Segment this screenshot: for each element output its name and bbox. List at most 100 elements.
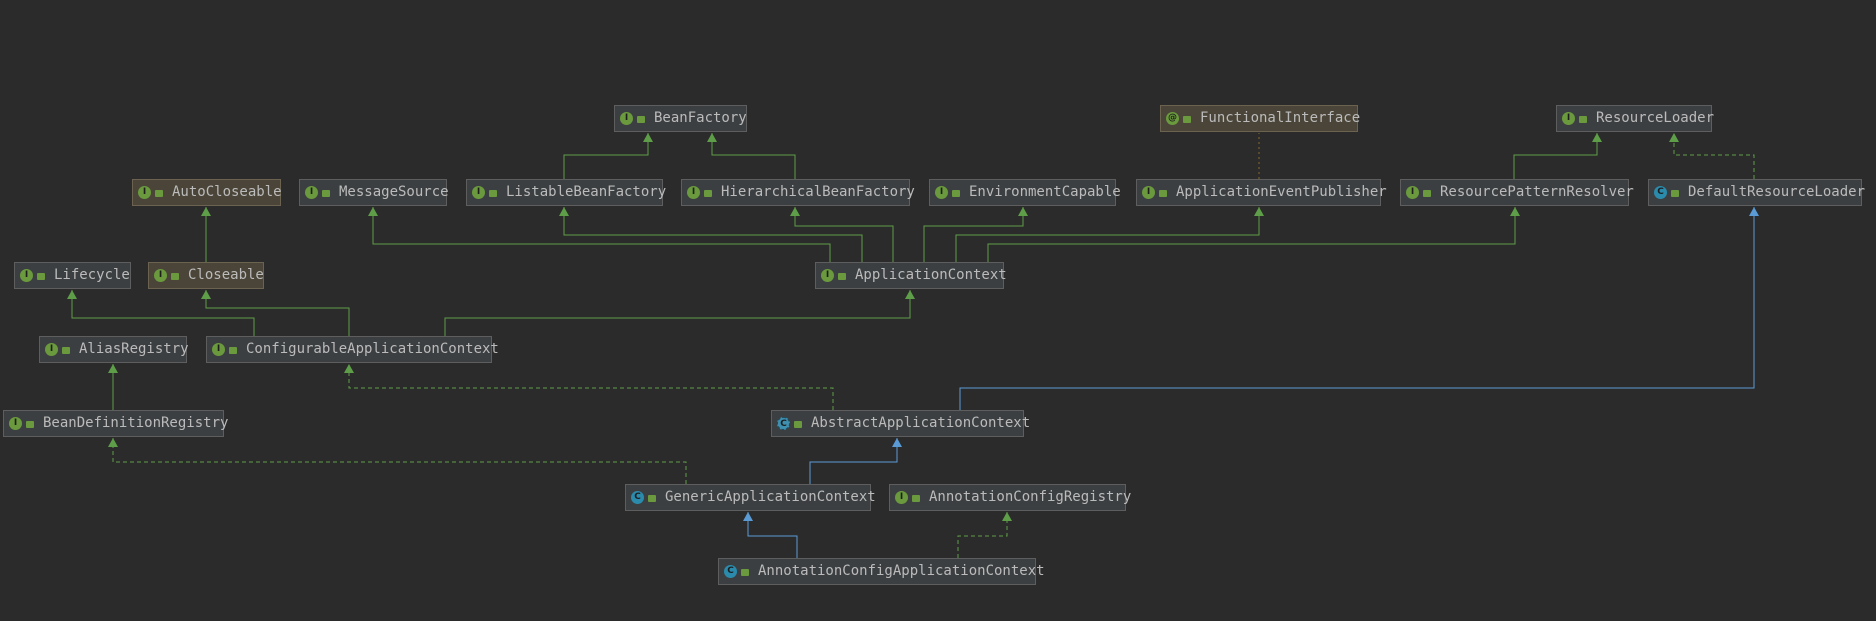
public-visibility-icon [838, 273, 846, 280]
node-application-context[interactable]: I ApplicationContext [815, 262, 1007, 289]
interface-badge-icon: I [138, 186, 151, 199]
interface-badge-icon: I [9, 417, 22, 430]
arrowhead [790, 207, 800, 216]
node-bean-factory[interactable]: I BeanFactory [614, 105, 747, 132]
node-listable-bean-factory[interactable]: I ListableBeanFactory [466, 179, 667, 206]
edge-application-context-to-listable-bean-factory [563, 207, 863, 262]
node-default-resource-loader[interactable]: C DefaultResourceLoader [1648, 179, 1866, 206]
inheritance-edges [67, 133, 1759, 558]
interface-badge-icon: I [821, 269, 834, 282]
arrowhead [1592, 133, 1602, 142]
node-label: BeanFactory [654, 110, 747, 126]
edge-configurable-application-context-to-lifecycle [71, 290, 255, 336]
node-application-event-publisher[interactable]: I ApplicationEventPublisher [1136, 179, 1387, 206]
node-label: DefaultResourceLoader [1688, 184, 1866, 200]
node-environment-capable[interactable]: I EnvironmentCapable [929, 179, 1121, 206]
public-visibility-icon [26, 421, 34, 428]
public-visibility-icon [952, 190, 960, 197]
public-visibility-icon [155, 190, 163, 197]
annotation-badge-icon: @ [1166, 112, 1179, 125]
node-resource-pattern-resolver[interactable]: I ResourcePatternResolver [1400, 179, 1634, 206]
node-generic-application-context[interactable]: C GenericApplicationContext [625, 484, 876, 511]
interface-badge-icon: I [20, 269, 33, 282]
interface-badge-icon: I [472, 186, 485, 199]
node-abstract-application-context[interactable]: C AbstractApplicationContext [771, 410, 1030, 437]
public-visibility-icon [1579, 116, 1587, 123]
public-visibility-icon [637, 116, 645, 123]
public-visibility-icon [1671, 190, 1679, 197]
node-resource-loader[interactable]: I ResourceLoader [1556, 105, 1715, 132]
public-visibility-icon [489, 190, 497, 197]
arrowhead [905, 290, 915, 299]
public-visibility-icon [912, 495, 920, 502]
arrowhead [707, 133, 717, 142]
interface-badge-icon: I [687, 186, 700, 199]
arrowhead [743, 512, 753, 521]
public-visibility-icon [794, 421, 802, 428]
arrowhead [559, 207, 569, 216]
edge-generic-application-context-to-bean-definition-registry [112, 438, 687, 484]
arrowhead [892, 438, 902, 447]
arrowhead [1254, 207, 1264, 216]
arrowhead [344, 364, 354, 373]
edge-abstract-application-context-to-configurable-application-context [348, 364, 834, 410]
node-annotation-config-registry[interactable]: I AnnotationConfigRegistry [889, 484, 1131, 511]
edge-default-resource-loader-to-resource-loader [1673, 133, 1755, 179]
edge-application-context-to-application-event-publisher [955, 207, 1260, 262]
public-visibility-icon [1183, 116, 1191, 123]
node-configurable-application-context[interactable]: I ConfigurableApplicationContext [206, 336, 499, 363]
node-alias-registry[interactable]: I AliasRegistry [39, 336, 189, 363]
edge-configurable-application-context-to-closeable [205, 290, 350, 336]
class-badge-icon: C [631, 491, 644, 504]
node-hierarchical-bean-factory[interactable]: I HierarchicalBeanFactory [681, 179, 915, 206]
interface-badge-icon: I [305, 186, 318, 199]
node-label: ApplicationContext [855, 267, 1007, 283]
interface-badge-icon: I [895, 491, 908, 504]
public-visibility-icon [704, 190, 712, 197]
edge-resource-pattern-resolver-to-resource-loader [1513, 133, 1598, 179]
class-badge-icon: C [1654, 186, 1667, 199]
node-label: ResourceLoader [1596, 110, 1715, 126]
node-bean-definition-registry[interactable]: I BeanDefinitionRegistry [3, 410, 228, 437]
node-closeable[interactable]: I Closeable [148, 262, 264, 289]
interface-badge-icon: I [45, 343, 58, 356]
arrowhead [108, 438, 118, 447]
arrowhead [368, 207, 378, 216]
edge-annotation-config-application-context-to-generic-application-context [747, 512, 798, 558]
arrowhead [1510, 207, 1520, 216]
edge-abstract-application-context-to-default-resource-loader [959, 207, 1755, 410]
public-visibility-icon [741, 569, 749, 576]
node-label: GenericApplicationContext [665, 489, 876, 505]
arrowhead [201, 207, 211, 216]
node-label: Lifecycle [54, 267, 130, 283]
arrowhead [1018, 207, 1028, 216]
arrowhead [643, 133, 653, 142]
arrowhead [67, 290, 77, 299]
abstract-class-badge-icon: C [777, 417, 790, 430]
node-message-source[interactable]: I MessageSource [299, 179, 449, 206]
public-visibility-icon [648, 495, 656, 502]
arrowhead [1749, 207, 1759, 216]
public-visibility-icon [37, 273, 45, 280]
node-label: AutoCloseable [172, 184, 282, 200]
node-functional-interface[interactable]: @ FunctionalInterface [1160, 105, 1360, 132]
edge-listable-bean-factory-to-bean-factory [563, 133, 649, 179]
public-visibility-icon [322, 190, 330, 197]
node-label: MessageSource [339, 184, 449, 200]
public-visibility-icon [229, 347, 237, 354]
edge-annotation-config-application-context-to-annotation-config-registry [957, 512, 1008, 558]
node-auto-closeable[interactable]: I AutoCloseable [132, 179, 282, 206]
public-visibility-icon [1423, 190, 1431, 197]
interface-badge-icon: I [212, 343, 225, 356]
node-label: AnnotationConfigApplicationContext [758, 563, 1045, 579]
node-label: HierarchicalBeanFactory [721, 184, 915, 200]
edge-configurable-application-context-to-application-context [444, 290, 911, 336]
arrowhead [1669, 133, 1679, 142]
node-lifecycle[interactable]: I Lifecycle [14, 262, 131, 289]
node-label: ListableBeanFactory [506, 184, 667, 200]
node-label: EnvironmentCapable [969, 184, 1121, 200]
node-annotation-config-application-context[interactable]: C AnnotationConfigApplicationContext [718, 558, 1045, 585]
arrowhead [1002, 512, 1012, 521]
public-visibility-icon [62, 347, 70, 354]
public-visibility-icon [1159, 190, 1167, 197]
